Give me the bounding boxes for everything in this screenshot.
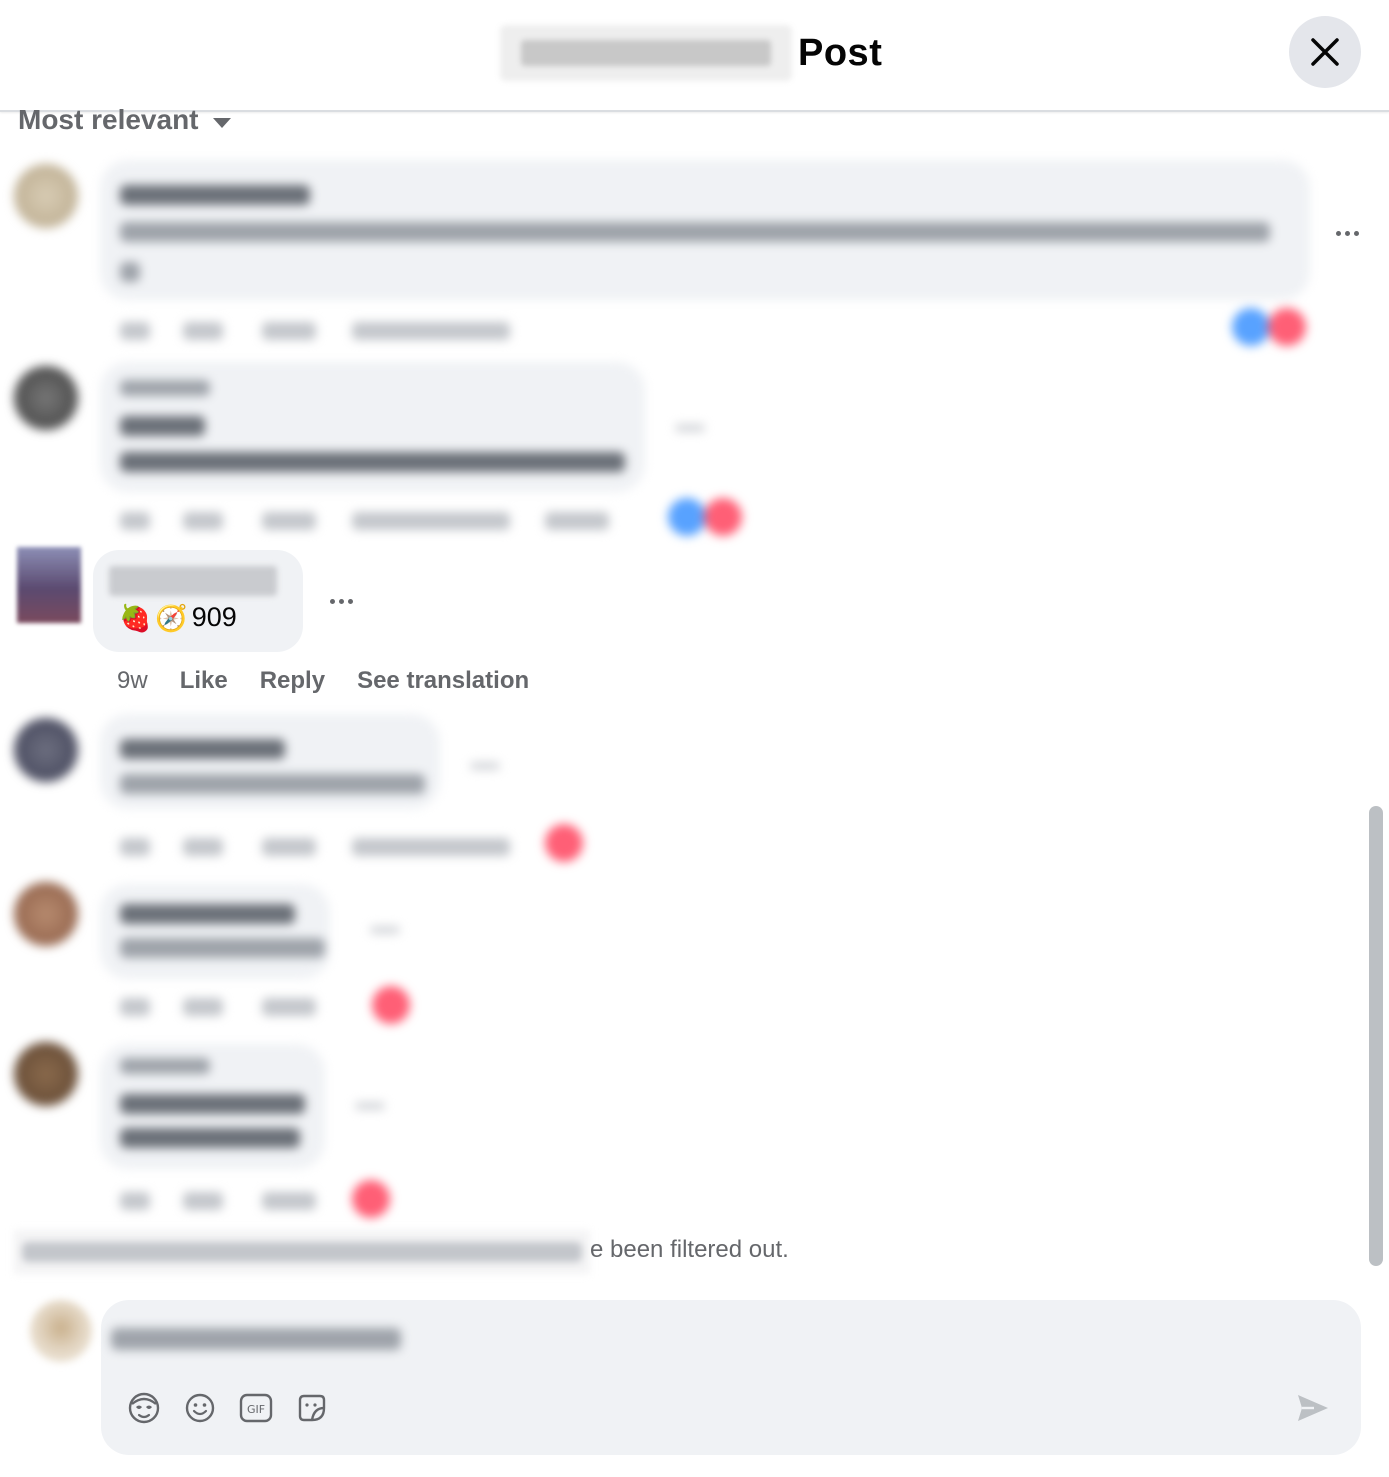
caret-down-icon <box>212 118 231 128</box>
dot-icon <box>1344 230 1350 236</box>
comment-redacted <box>0 1036 600 1226</box>
comment-text: 🍓 🧭 909 <box>119 602 237 633</box>
close-button[interactable] <box>1289 16 1361 88</box>
avatar-sticker-button[interactable] <box>127 1391 161 1425</box>
dot-icon <box>1335 230 1341 236</box>
gif-icon: GIF <box>239 1393 273 1423</box>
comment-redacted <box>0 352 760 542</box>
comment-composer: GIF <box>101 1300 1361 1455</box>
see-translation-link[interactable]: See translation <box>357 667 529 695</box>
comment-actions: 9w Like Reply See translation <box>117 664 529 698</box>
sticker-icon <box>298 1394 326 1422</box>
dot-icon <box>1353 230 1359 236</box>
avatar-sticker-icon <box>128 1392 160 1424</box>
comment-redacted <box>0 874 600 1034</box>
sort-label: Most relevant <box>18 104 199 135</box>
sort-dropdown[interactable]: Most relevant <box>18 100 231 140</box>
page-title: Post <box>798 31 883 74</box>
dot-icon <box>338 598 344 604</box>
dot-icon <box>329 598 335 604</box>
avatar[interactable] <box>17 547 81 623</box>
gif-button[interactable]: GIF <box>239 1391 273 1425</box>
emoji-button[interactable] <box>183 1391 217 1425</box>
comment-input[interactable] <box>101 1300 701 1370</box>
composer-toolbar: GIF <box>127 1388 329 1428</box>
comment-timestamp[interactable]: 9w <box>117 667 148 695</box>
reply-button[interactable]: Reply <box>260 667 325 695</box>
dialog-header: Post <box>0 0 1389 112</box>
comment-more-button[interactable] <box>321 586 361 616</box>
avatar <box>30 1300 92 1362</box>
comment-number: 909 <box>191 602 237 632</box>
close-icon <box>1311 38 1339 66</box>
commenter-name-redacted <box>109 566 277 596</box>
comment-bubble: 🍓 🧭 909 <box>93 550 303 652</box>
send-button[interactable] <box>1293 1388 1333 1428</box>
author-name-redacted <box>500 25 792 81</box>
like-button[interactable]: Like <box>180 667 228 695</box>
scrollbar-thumb[interactable] <box>1369 806 1383 1266</box>
svg-text:GIF: GIF <box>247 1403 265 1416</box>
compass-emoji: 🧭 <box>155 602 188 633</box>
filtered-notice: e been filtered out. <box>590 1236 789 1263</box>
header-title-group: Post <box>500 22 882 84</box>
strawberry-emoji: 🍓 <box>119 602 152 633</box>
filtered-notice-redacted <box>14 1230 590 1274</box>
emoji-icon <box>185 1393 215 1423</box>
comment-redacted <box>0 704 600 874</box>
send-icon <box>1298 1395 1328 1421</box>
sticker-button[interactable] <box>295 1391 329 1425</box>
dot-icon <box>347 598 353 604</box>
comment-redacted <box>0 150 1320 350</box>
more-options-button[interactable] <box>1327 218 1367 248</box>
